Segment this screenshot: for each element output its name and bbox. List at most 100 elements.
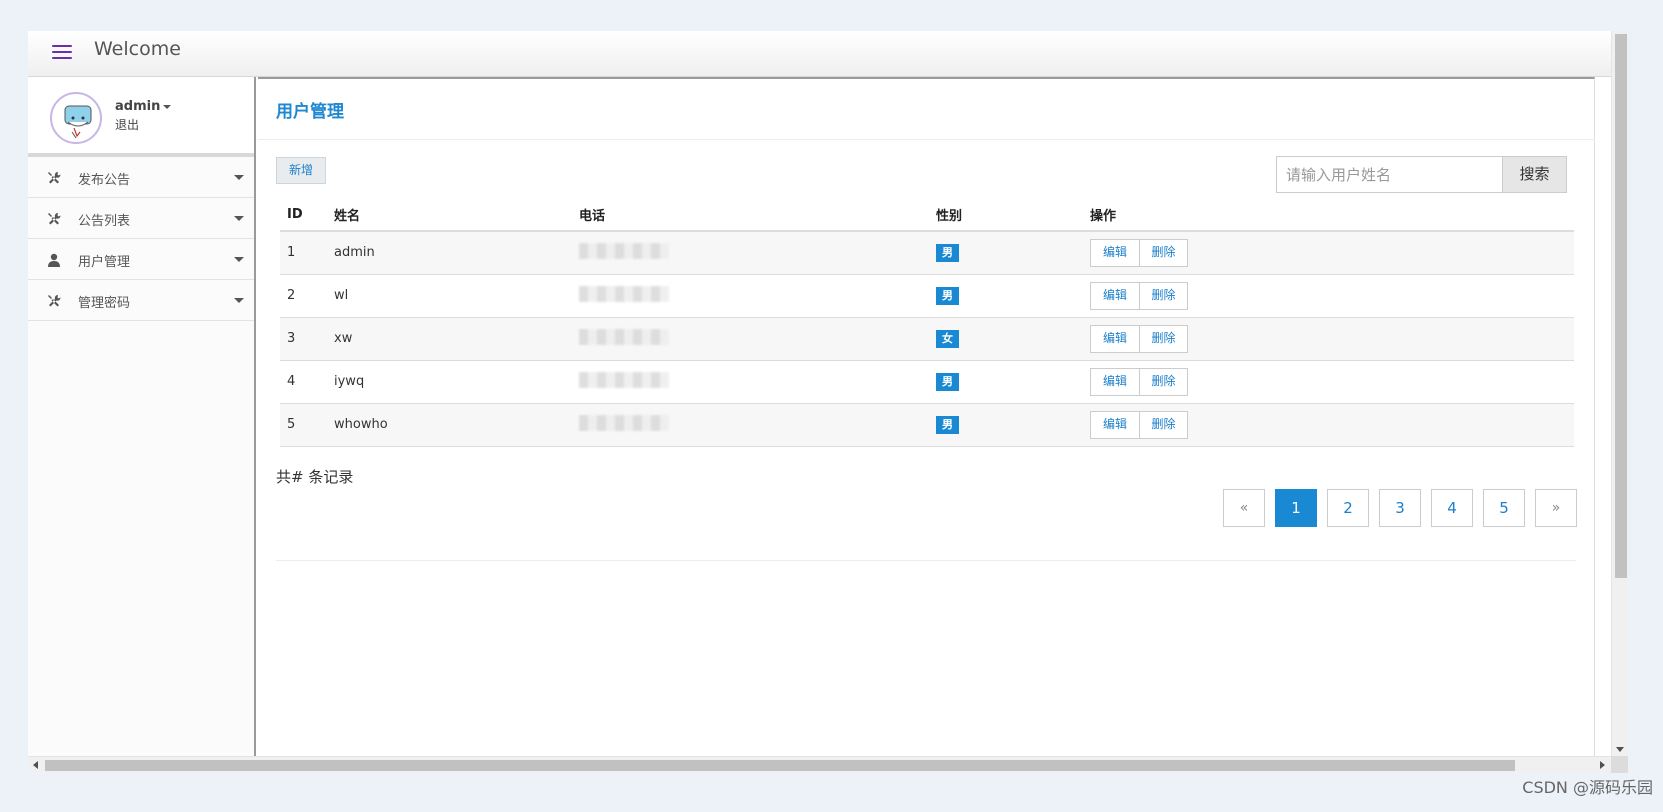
table-row: 4 iywq 男 编辑 删除 [280, 360, 1574, 404]
delete-button[interactable]: 删除 [1139, 325, 1187, 352]
search-input[interactable] [1276, 156, 1503, 193]
sidebar-item-label: 用户管理 [78, 255, 131, 270]
delete-button[interactable]: 删除 [1139, 239, 1187, 266]
gender-badge: 男 [936, 286, 959, 305]
delete-button[interactable]: 删除 [1139, 368, 1187, 395]
sidebar-item-notice-list[interactable]: 公告列表 [28, 198, 254, 239]
chevron-down-icon [234, 175, 244, 180]
table-row: 3 xw 女 编辑 删除 [280, 317, 1574, 361]
page-button[interactable]: 5 [1483, 489, 1525, 527]
column-header-gender: 性别 [929, 198, 1083, 232]
gender-badge: 男 [936, 415, 959, 434]
cell-name: iywq [327, 360, 572, 404]
column-header-phone: 电话 [572, 198, 929, 232]
chevron-down-icon [234, 298, 244, 303]
chevron-down-icon [234, 216, 244, 221]
table-header-row: ID 姓名 电话 性别 操作 [280, 198, 1574, 232]
cell-phone [572, 403, 929, 447]
page-button[interactable]: 1 [1275, 489, 1317, 527]
sidebar-item-label: 发布公告 [78, 173, 131, 188]
user-panel: admin 退出 [28, 77, 254, 157]
redacted-phone [579, 285, 669, 302]
cell-name: wl [327, 274, 572, 318]
sidebar-item-label: 公告列表 [78, 214, 131, 229]
delete-button[interactable]: 删除 [1139, 411, 1187, 438]
page-button[interactable]: 3 [1379, 489, 1421, 527]
prev-page-button[interactable]: « [1223, 489, 1265, 527]
scroll-left-arrow-icon[interactable] [33, 761, 38, 769]
delete-button[interactable]: 删除 [1139, 282, 1187, 309]
cell-name: admin [327, 231, 572, 275]
column-header-name: 姓名 [327, 198, 572, 232]
wrench-icon [48, 171, 61, 184]
user-icon [48, 253, 60, 267]
wrench-icon [48, 294, 61, 307]
cell-phone [572, 360, 929, 404]
edit-button[interactable]: 编辑 [1091, 326, 1139, 352]
page-button[interactable]: 2 [1327, 489, 1369, 527]
table-row: 5 whowho 男 编辑 删除 [280, 403, 1574, 447]
record-count: 共# 条记录 [276, 468, 354, 486]
redacted-phone [579, 242, 669, 259]
cell-id: 1 [280, 231, 327, 275]
sidebar-item-publish-notice[interactable]: 发布公告 [28, 157, 254, 198]
action-group: 编辑 删除 [1090, 324, 1188, 353]
user-menu[interactable]: admin [115, 99, 172, 114]
sidebar-item-user-management[interactable]: 用户管理 [28, 239, 254, 280]
scroll-down-arrow-icon[interactable] [1616, 747, 1624, 752]
top-bar: Welcome [28, 31, 1611, 77]
vertical-scrollbar[interactable] [1611, 31, 1628, 756]
cell-gender: 男 [929, 403, 1083, 447]
edit-button[interactable]: 编辑 [1091, 369, 1139, 395]
logout-link[interactable]: 退出 [115, 116, 139, 133]
sidebar-item-label: 管理密码 [78, 296, 131, 311]
sidebar-item-manage-password[interactable]: 管理密码 [28, 280, 254, 321]
avatar[interactable] [50, 92, 102, 144]
search-button[interactable]: 搜索 [1502, 156, 1567, 193]
action-group: 编辑 删除 [1090, 238, 1188, 267]
scroll-right-arrow-icon[interactable] [1600, 761, 1605, 769]
username: admin [115, 99, 161, 114]
app-window: Welcome admin 退出 发布公告 公告列表 用户管理 管理密码 用户管… [28, 31, 1628, 773]
edit-button[interactable]: 编辑 [1091, 240, 1139, 266]
cell-id: 4 [280, 360, 327, 404]
watermark: CSDN @源码乐园 [1522, 778, 1653, 797]
divider [276, 560, 1576, 561]
cell-phone [572, 274, 929, 318]
redacted-phone [579, 414, 669, 431]
cell-phone [572, 317, 929, 361]
cell-id: 3 [280, 317, 327, 361]
action-group: 编辑 删除 [1090, 367, 1188, 396]
column-header-actions: 操作 [1083, 198, 1574, 232]
scrollbar-thumb[interactable] [1615, 34, 1627, 578]
redacted-phone [579, 328, 669, 345]
cell-actions: 编辑 删除 [1083, 274, 1574, 318]
cell-gender: 男 [929, 360, 1083, 404]
gender-badge: 男 [936, 372, 959, 391]
hamburger-icon[interactable] [52, 45, 72, 61]
divider [258, 139, 1595, 140]
next-page-button[interactable]: » [1535, 489, 1577, 527]
users-table: ID 姓名 电话 性别 操作 1 admin 男 编辑 删除 2 wl 男 编辑… [280, 198, 1574, 447]
gender-badge: 女 [936, 329, 959, 348]
edit-button[interactable]: 编辑 [1091, 412, 1139, 438]
redacted-phone [579, 371, 669, 388]
cell-actions: 编辑 删除 [1083, 231, 1574, 275]
chevron-down-icon [163, 104, 172, 109]
main-content: 用户管理 新增 搜索 ID 姓名 电话 性别 操作 1 admin [258, 77, 1595, 773]
action-group: 编辑 删除 [1090, 281, 1188, 310]
cell-id: 5 [280, 403, 327, 447]
add-button[interactable]: 新增 [276, 157, 326, 184]
horizontal-scrollbar[interactable] [28, 756, 1611, 773]
edit-button[interactable]: 编辑 [1091, 283, 1139, 309]
cell-actions: 编辑 删除 [1083, 360, 1574, 404]
scrollbar-thumb[interactable] [45, 760, 1515, 771]
page-button[interactable]: 4 [1431, 489, 1473, 527]
cell-name: whowho [327, 403, 572, 447]
cell-gender: 男 [929, 231, 1083, 275]
column-header-id: ID [280, 198, 327, 232]
page-title: 用户管理 [276, 102, 344, 122]
table-row: 2 wl 男 编辑 删除 [280, 274, 1574, 318]
chevron-down-icon [234, 257, 244, 262]
cartoon-avatar-icon [64, 105, 92, 139]
